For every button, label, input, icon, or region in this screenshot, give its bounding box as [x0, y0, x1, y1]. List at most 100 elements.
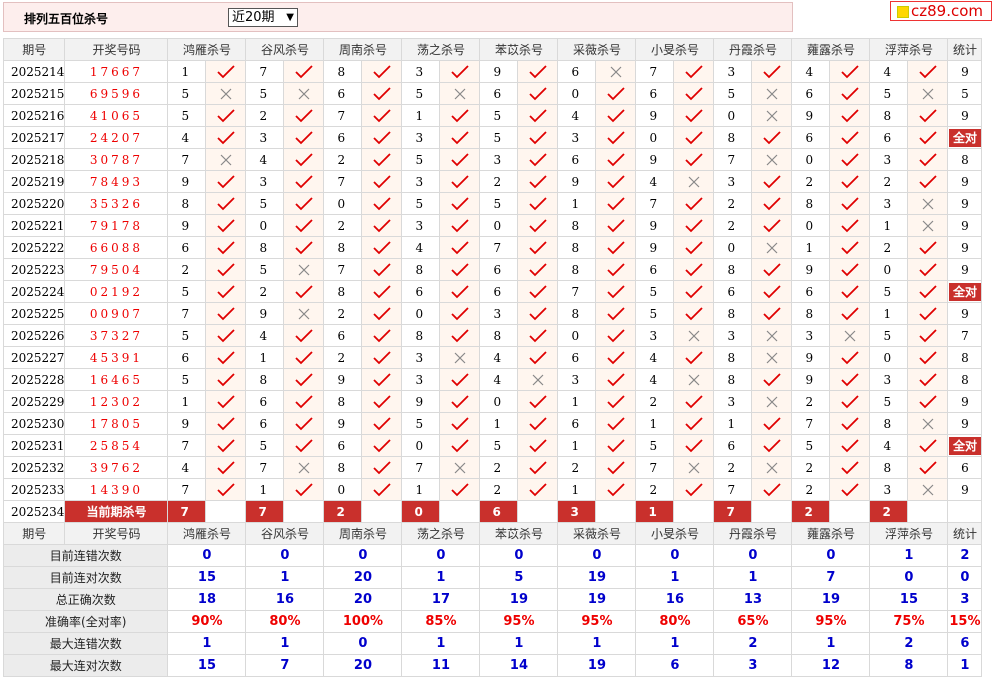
kill-value-cell: 6: [167, 346, 207, 369]
period-cell: 2025225: [2, 302, 66, 325]
kill-value-cell: 7: [401, 456, 441, 479]
kill-value-cell: 9: [557, 170, 597, 193]
column-header-predictor[interactable]: 蕹露杀号: [791, 522, 871, 545]
cross-icon: [673, 170, 715, 193]
column-header-predictor[interactable]: 丹霞杀号: [713, 522, 793, 545]
stats-value: 20: [323, 654, 403, 677]
check-icon: [361, 258, 403, 281]
current-kill-spacer: [673, 500, 715, 523]
column-header-predictor[interactable]: 周南杀号: [323, 522, 403, 545]
kill-value-cell: 8: [479, 324, 519, 347]
check-icon: [517, 192, 559, 215]
count-cell: 9: [947, 236, 983, 259]
count-value: 5: [961, 86, 969, 101]
cross-icon: [283, 456, 325, 479]
column-header-predictor[interactable]: 鸿雁杀号: [167, 522, 247, 545]
kill-value-cell: 1: [557, 192, 597, 215]
check-icon: [283, 192, 325, 215]
cross-icon: [439, 82, 481, 105]
count-value: 9: [961, 196, 969, 211]
kill-value-cell: 5: [401, 412, 441, 435]
check-icon: [439, 170, 481, 193]
current-kill-value: 0: [401, 500, 441, 523]
kill-value-cell: 5: [167, 104, 207, 127]
column-header-predictor[interactable]: 荡之杀号: [401, 38, 481, 61]
period-range-select[interactable]: 近20期 ▼: [228, 8, 298, 27]
cross-icon: [751, 104, 793, 127]
check-icon: [439, 302, 481, 325]
kill-value-cell: 6: [557, 346, 597, 369]
cross-icon: [595, 60, 637, 83]
kill-value-cell: 1: [557, 478, 597, 501]
kill-value-cell: 2: [869, 170, 909, 193]
check-icon: [517, 302, 559, 325]
current-kill-spacer: [751, 500, 793, 523]
table-row: 2025219 78493 9 3 7 3 2 9 4 3 2 2 9: [2, 170, 983, 193]
kill-value-cell: 7: [635, 456, 675, 479]
kill-value-cell: 5: [869, 280, 909, 303]
count-cell: 6: [947, 456, 983, 479]
stats-value: 0: [245, 544, 325, 567]
kill-number-table: 期号 开奖号码 鸿雁杀号 谷风杀号 周南杀号 荡之杀号 苯苡杀号 采薇杀号 小旻杀号 丹霞杀号 蕹露…: [2, 38, 983, 677]
column-header-predictor[interactable]: 采薇杀号: [557, 522, 637, 545]
column-header-predictor[interactable]: 小旻杀号: [635, 38, 715, 61]
check-icon: [283, 126, 325, 149]
count-cell: 9: [947, 412, 983, 435]
column-header-predictor[interactable]: 采薇杀号: [557, 38, 637, 61]
column-header-predictor[interactable]: 鸿雁杀号: [167, 38, 247, 61]
check-icon: [517, 148, 559, 171]
period-cell: 2025228: [2, 368, 66, 391]
column-header-period: 期号: [2, 38, 66, 61]
check-icon: [517, 104, 559, 127]
column-header-predictor[interactable]: 苯苡杀号: [479, 522, 559, 545]
kill-value-cell: 6: [323, 126, 363, 149]
cross-icon: [907, 192, 949, 215]
table-row: 2025223 79504 2 5 7 8 6 8 6 8 9 0 9: [2, 258, 983, 281]
kill-value-cell: 2: [167, 258, 207, 281]
check-icon: [361, 324, 403, 347]
count-value: 9: [961, 240, 969, 255]
kill-value-cell: 3: [713, 60, 753, 83]
column-header-predictor[interactable]: 周南杀号: [323, 38, 403, 61]
kill-value-cell: 5: [167, 368, 207, 391]
kill-value-cell: 6: [167, 236, 207, 259]
kill-value-cell: 6: [479, 82, 519, 105]
current-kill-value: 7: [167, 500, 207, 523]
check-icon: [361, 368, 403, 391]
check-icon: [673, 60, 715, 83]
draw-number-cell: 30787: [64, 148, 169, 171]
column-header-predictor[interactable]: 谷风杀号: [245, 38, 325, 61]
check-icon: [907, 60, 949, 83]
kill-value-cell: 9: [635, 214, 675, 237]
check-icon: [595, 368, 637, 391]
stats-value: 85%: [401, 610, 481, 633]
column-header-predictor[interactable]: 蕹露杀号: [791, 38, 871, 61]
site-logo[interactable]: cz89.com: [890, 1, 992, 21]
count-cell: 8: [947, 368, 983, 391]
check-icon: [517, 170, 559, 193]
column-header-predictor[interactable]: 荡之杀号: [401, 522, 481, 545]
column-header-predictor[interactable]: 小旻杀号: [635, 522, 715, 545]
stats-total: 15%: [947, 610, 983, 633]
column-header-predictor[interactable]: 苯苡杀号: [479, 38, 559, 61]
draw-number-cell: 00907: [64, 302, 169, 325]
stats-value: 0: [323, 544, 403, 567]
check-icon: [829, 148, 871, 171]
check-icon: [517, 60, 559, 83]
kill-value-cell: 9: [635, 148, 675, 171]
period-cell: 2025222: [2, 236, 66, 259]
current-kill-spacer: [361, 500, 403, 523]
check-icon: [829, 390, 871, 413]
stats-label: 准确率(全对率): [2, 610, 169, 633]
column-header-predictor[interactable]: 谷风杀号: [245, 522, 325, 545]
period-range-value: 近20期: [232, 10, 275, 25]
current-kill-spacer: [595, 500, 637, 523]
kill-value-cell: 2: [791, 456, 831, 479]
stats-value: 95%: [479, 610, 559, 633]
check-icon: [361, 280, 403, 303]
kill-value-cell: 7: [167, 302, 207, 325]
column-header-predictor[interactable]: 浮萍杀号: [869, 522, 949, 545]
column-header-predictor[interactable]: 浮萍杀号: [869, 38, 949, 61]
column-header-predictor[interactable]: 丹霞杀号: [713, 38, 793, 61]
kill-value-cell: 2: [245, 104, 285, 127]
